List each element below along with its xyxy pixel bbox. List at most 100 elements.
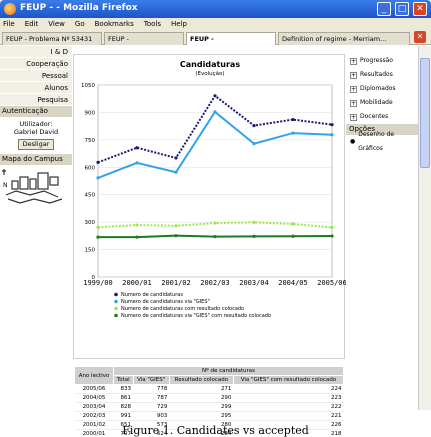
- menu-go[interactable]: Go: [75, 20, 85, 28]
- table-cell-value: 729: [133, 402, 170, 412]
- auth-header: Autenticação: [0, 106, 72, 117]
- data-point: [252, 234, 256, 239]
- x-tick-label: 2001/02: [161, 279, 191, 287]
- nav-item-id[interactable]: I & D: [0, 46, 72, 58]
- data-point: [291, 234, 295, 238]
- column-header: Via "GIES" com resultado colocado: [232, 375, 345, 385]
- campus-map-image[interactable]: N: [0, 165, 72, 211]
- x-tick-label: 2003/04: [239, 279, 269, 287]
- data-point: [96, 160, 100, 164]
- table-cell-value: 223: [233, 393, 344, 403]
- table-cell-year: 2003/04: [74, 402, 114, 412]
- table-row: 2004/05 861 787 290 223: [74, 393, 344, 403]
- table-cell-value: 833: [113, 384, 134, 394]
- table-row: 2005/06 833 778 271 224: [74, 384, 344, 394]
- bullet-icon: ●: [350, 138, 356, 145]
- table-row: 2002/03 991 903 295 221: [74, 411, 344, 421]
- tab-definition[interactable]: Definition of regime - Merriam...: [278, 32, 410, 45]
- table-cell-value: 224: [233, 384, 344, 394]
- data-point: [330, 133, 334, 137]
- table-cell-value: 299: [169, 402, 234, 412]
- y-tick-label: 300: [85, 220, 96, 226]
- chart-title: Candidaturas: [180, 60, 240, 69]
- table-cell-value: 991: [113, 411, 134, 421]
- series-line: [97, 110, 333, 179]
- user-name: Gabriel David: [13, 128, 59, 136]
- expand-icon: +: [350, 99, 357, 107]
- data-point: [252, 220, 256, 224]
- right-item-label: Resultados: [360, 71, 393, 78]
- menu-edit[interactable]: Edit: [25, 20, 39, 28]
- vertical-scrollbar[interactable]: [418, 46, 431, 410]
- close-tab-button[interactable]: ✕: [414, 31, 426, 43]
- year-column-header: Ano lectivo: [74, 366, 114, 385]
- x-tick-label: 2004/05: [278, 279, 308, 287]
- table-row: 2003/04 828 729 299 222: [74, 402, 344, 412]
- right-item-progressao[interactable]: + Progressão: [346, 54, 418, 68]
- expand-icon: +: [350, 113, 357, 121]
- data-point: [252, 123, 256, 128]
- legend-marker: [114, 306, 118, 311]
- data-point: [330, 123, 334, 127]
- plot-area: [97, 84, 333, 278]
- logout-button[interactable]: Desligar: [18, 139, 54, 150]
- option-chart-drawing[interactable]: ● Desenho de Gráficos: [346, 131, 418, 152]
- x-tick-label: 2005/06: [317, 279, 346, 287]
- right-item-label: Progressão: [360, 57, 393, 64]
- table-cell-value: 295: [169, 411, 234, 421]
- column-header: Resultado colocado: [168, 375, 234, 385]
- maximize-button[interactable]: □: [395, 2, 409, 16]
- table-cell-value: 828: [113, 402, 134, 412]
- minimize-button[interactable]: _: [377, 2, 391, 16]
- campus-map-header: Mapa do Campus: [0, 154, 72, 165]
- expand-icon: +: [350, 57, 357, 65]
- north-marker: N: [3, 182, 8, 189]
- data-point: [135, 161, 139, 165]
- chart-container: Candidaturas (Evolução) 0 150 300 450 600 750…: [73, 54, 347, 359]
- x-tick-label: 2000/01: [122, 279, 152, 287]
- y-tick-label: 900: [85, 110, 96, 116]
- scrollbar-thumb[interactable]: [420, 58, 430, 168]
- menu-view[interactable]: View: [48, 20, 65, 28]
- data-point: [174, 156, 178, 160]
- right-item-diplomados[interactable]: + Diplomados: [346, 82, 418, 96]
- column-header: Total: [112, 375, 134, 385]
- menu-file[interactable]: File: [3, 20, 15, 28]
- table-cell-value: 778: [133, 384, 170, 394]
- right-item-resultados[interactable]: + Resultados: [346, 68, 418, 82]
- main-content: Candidaturas (Evolução) 0 150 300 450 600 750…: [73, 46, 347, 437]
- data-point: [330, 234, 334, 238]
- figure-caption: Figure 1. Candidates vs accepted: [122, 424, 309, 437]
- expand-icon: +: [350, 85, 357, 93]
- option-label: Desenho de Gráficos: [358, 131, 395, 152]
- tab-problema[interactable]: FEUP - Problema Nº 53431: [2, 32, 102, 45]
- nav-item-pessoal[interactable]: Pessoal: [0, 70, 72, 82]
- group-column-header: Nº de candidaturas: [112, 366, 345, 376]
- tab-bar: FEUP - Problema Nº 53431 FEUP - FEUP - D…: [0, 30, 431, 45]
- close-window-button[interactable]: ✕: [413, 2, 427, 16]
- window-titlebar: FEUP - - Mozilla Firefox _ □ ✕: [0, 0, 431, 18]
- table-cell-value: 861: [113, 393, 134, 403]
- table-cell-value: 787: [133, 393, 170, 403]
- window-title: FEUP - - Mozilla Firefox: [20, 3, 138, 13]
- right-item-mobilidade[interactable]: + Mobilidade: [346, 96, 418, 110]
- x-tick-label: 2002/03: [200, 279, 230, 287]
- menu-help[interactable]: Help: [171, 20, 187, 28]
- data-point: [291, 117, 295, 122]
- table-cell-value: 290: [169, 393, 234, 403]
- menu-tools[interactable]: Tools: [144, 20, 161, 28]
- tab-feup-active[interactable]: FEUP -: [186, 32, 276, 45]
- right-sidebar: + Progressão + Resultados + Diplomados + Mob…: [346, 46, 418, 410]
- tab-feup-1[interactable]: FEUP -: [104, 32, 184, 45]
- nav-item-pesquisa[interactable]: Pesquisa: [0, 94, 72, 106]
- y-tick-label: 450: [85, 193, 96, 199]
- right-item-docentes[interactable]: + Docentes: [346, 110, 418, 124]
- legend-label: Numero de candidaturas com resultado col…: [121, 306, 244, 312]
- chart-subtitle: (Evolução): [195, 71, 224, 77]
- nav-item-cooperacao[interactable]: Cooperação: [0, 58, 72, 70]
- menu-bar: File Edit View Go Bookmarks Tools Help: [0, 18, 431, 30]
- data-point: [174, 224, 178, 228]
- data-point: [96, 225, 100, 229]
- menu-bookmarks[interactable]: Bookmarks: [95, 20, 134, 28]
- nav-item-alunos[interactable]: Alunos: [0, 82, 72, 94]
